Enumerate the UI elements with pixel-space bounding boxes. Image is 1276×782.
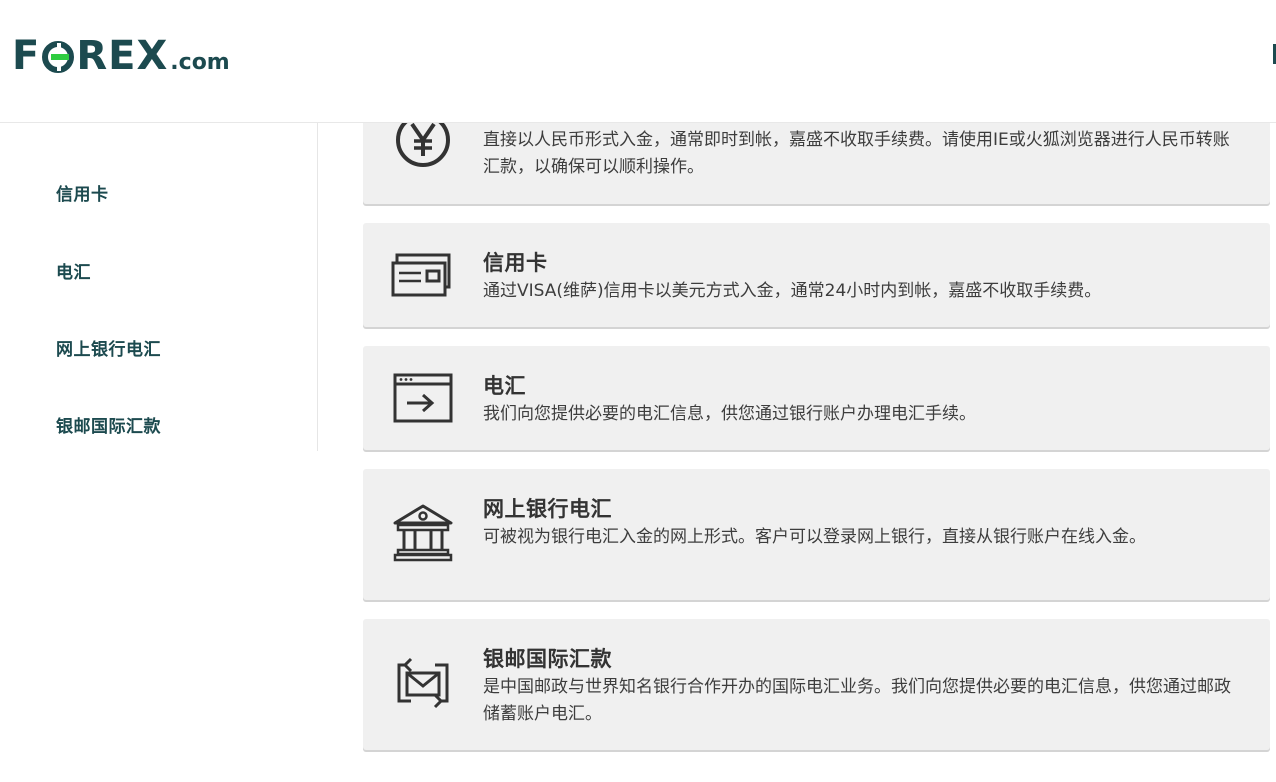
sidebar-item-online-banking[interactable]: 网上银行电汇 bbox=[56, 335, 161, 360]
method-desc: 直接以人民币形式入金，通常即时到帐，嘉盛不收取手续费。请使用IE或火狐浏览器进行… bbox=[483, 130, 1230, 177]
sidebar-item-wire-transfer[interactable]: 电汇 bbox=[56, 258, 91, 283]
forex-logo[interactable]: F REX .com bbox=[12, 34, 230, 78]
envelope-exchange-icon bbox=[391, 657, 455, 713]
method-title: 信用卡 bbox=[483, 251, 548, 275]
credit-card-icon bbox=[391, 251, 455, 303]
logo-wordmark: F REX bbox=[12, 33, 169, 79]
method-title: 电汇 bbox=[483, 374, 526, 398]
sidebar-nav: 信用卡 电汇 网上银行电汇 银邮国际汇款 bbox=[0, 123, 318, 451]
method-desc: 通过VISA(维萨)信用卡以美元方式入金，通常24小时内到帐，嘉盛不收取手续费。 bbox=[483, 281, 1102, 301]
bank-icon bbox=[391, 503, 455, 567]
method-desc: 我们向您提供必要的电汇信息，供您通过银行账户办理电汇手续。 bbox=[483, 404, 976, 424]
method-card-credit-card[interactable]: 信用卡 通过VISA(维萨)信用卡以美元方式入金，通常24小时内到帐，嘉盛不收取… bbox=[363, 223, 1270, 327]
wire-transfer-icon bbox=[391, 372, 455, 428]
site-header: F REX .com bbox=[0, 0, 1276, 123]
method-card-postal-remittance[interactable]: 银邮国际汇款 是中国邮政与世界知名银行合作开办的国际电汇业务。我们向您提供必要的… bbox=[363, 619, 1270, 750]
method-desc: 是中国邮政与世界知名银行合作开办的国际电汇业务。我们向您提供必要的电汇信息，供您… bbox=[483, 677, 1231, 724]
method-desc: 可被视为银行电汇入金的网上形式。客户可以登录网上银行，直接从银行账户在线入金。 bbox=[483, 527, 1146, 547]
logo-suffix: .com bbox=[170, 50, 230, 75]
method-title: 银邮国际汇款 bbox=[483, 647, 612, 671]
sidebar-item-credit-card[interactable]: 信用卡 bbox=[56, 180, 109, 205]
logo-o-mark bbox=[41, 39, 75, 73]
method-card-online-banking[interactable]: 网上银行电汇 可被视为银行电汇入金的网上形式。客户可以登录网上银行，直接从银行账… bbox=[363, 469, 1270, 600]
sidebar-item-postal-remittance[interactable]: 银邮国际汇款 bbox=[56, 412, 161, 437]
method-card-wire-transfer[interactable]: 电汇 我们向您提供必要的电汇信息，供您通过银行账户办理电汇手续。 bbox=[363, 346, 1270, 450]
method-title: 网上银行电汇 bbox=[483, 497, 612, 521]
